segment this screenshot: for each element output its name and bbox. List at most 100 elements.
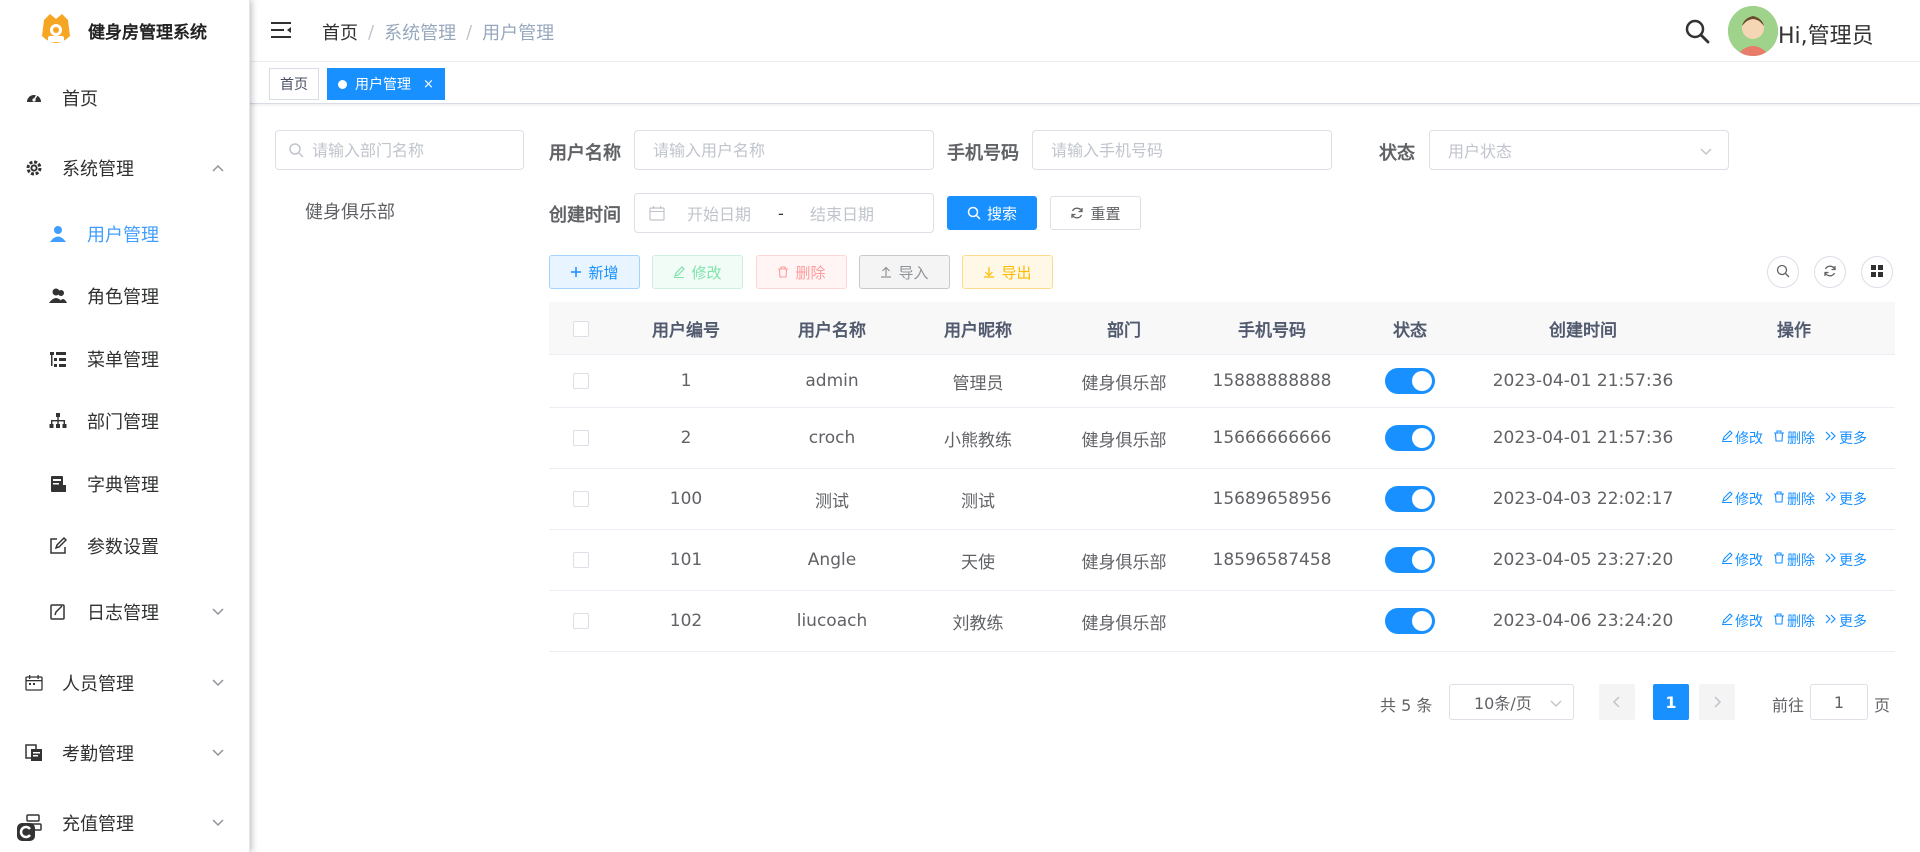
cell-status bbox=[1347, 530, 1473, 590]
row-delete-link[interactable]: 删除 bbox=[1773, 489, 1815, 509]
status-toggle[interactable] bbox=[1385, 425, 1435, 451]
page-number-current[interactable]: 1 bbox=[1653, 684, 1689, 720]
sidebar-item-dictionary[interactable]: 字典管理 bbox=[0, 456, 249, 512]
sidebar-item-label: 充值管理 bbox=[62, 814, 134, 835]
dept-search-field[interactable] bbox=[275, 130, 524, 170]
username-input[interactable] bbox=[635, 140, 933, 160]
edit-icon bbox=[1721, 613, 1735, 629]
double-arrow-right-icon bbox=[1825, 613, 1839, 629]
refresh-button[interactable] bbox=[1814, 256, 1846, 288]
search-icon[interactable] bbox=[1684, 18, 1710, 44]
log-icon bbox=[48, 602, 68, 622]
sidebar-item-menus[interactable]: 菜单管理 bbox=[0, 331, 249, 387]
sidebar-item-parameters[interactable]: 参数设置 bbox=[0, 518, 249, 574]
refresh-icon bbox=[1070, 206, 1084, 220]
cell-created: 2023-04-05 23:27:20 bbox=[1492, 550, 1674, 570]
status-select[interactable]: 用户状态 bbox=[1429, 130, 1729, 170]
refresh-icon bbox=[1823, 263, 1837, 282]
row-more-label: 更多 bbox=[1839, 614, 1867, 630]
row-edit-link[interactable]: 修改 bbox=[1721, 489, 1763, 509]
row-more-link[interactable]: 更多 bbox=[1825, 428, 1867, 448]
row-delete-label: 删除 bbox=[1787, 553, 1815, 569]
row-checkbox[interactable] bbox=[573, 373, 589, 389]
sidebar-item-recharge[interactable]: 充值管理 bbox=[0, 795, 249, 851]
sidebar-item-users[interactable]: 用户管理 bbox=[0, 206, 249, 262]
row-more-link[interactable]: 更多 bbox=[1825, 611, 1867, 631]
start-date-input[interactable]: 开始日期 bbox=[687, 201, 751, 225]
cell-status bbox=[1347, 408, 1473, 468]
sidebar-item-departments[interactable]: 部门管理 bbox=[0, 393, 249, 449]
sidebar-item-label: 角色管理 bbox=[87, 287, 159, 308]
floating-app-icon[interactable] bbox=[16, 822, 36, 842]
sidebar-item-logs[interactable]: 日志管理 bbox=[0, 584, 249, 640]
row-checkbox[interactable] bbox=[573, 613, 589, 629]
app-logo[interactable]: 健身房管理系统 bbox=[36, 12, 207, 48]
column-header: 用户编号 bbox=[652, 321, 720, 341]
row-more-link[interactable]: 更多 bbox=[1825, 489, 1867, 509]
status-toggle[interactable] bbox=[1385, 547, 1435, 573]
sidebar-item-home[interactable]: 首页 bbox=[0, 70, 249, 126]
row-checkbox[interactable] bbox=[573, 552, 589, 568]
add-button[interactable]: 新增 bbox=[549, 255, 640, 289]
status-label: 状态 bbox=[1379, 143, 1415, 164]
tag-home[interactable]: 首页 bbox=[269, 68, 319, 100]
row-checkbox[interactable] bbox=[573, 491, 589, 507]
export-button[interactable]: 导出 bbox=[962, 255, 1053, 289]
row-more-link[interactable]: 更多 bbox=[1825, 550, 1867, 570]
sidebar-item-attendance[interactable]: 考勤管理 bbox=[0, 725, 249, 781]
sidebar: 健身房管理系统 首页 系统管理 用户管理 角色管理 菜单管理 部门管理 字典管理… bbox=[0, 0, 250, 852]
row-actions: 修改 删除 更多 bbox=[1721, 611, 1867, 631]
status-toggle[interactable] bbox=[1385, 486, 1435, 512]
user-greeting[interactable]: Hi,管理员 bbox=[1778, 18, 1874, 50]
sidebar-item-roles[interactable]: 角色管理 bbox=[0, 268, 249, 324]
cell-dept: 健身俱乐部 bbox=[1081, 613, 1167, 634]
prev-page-button[interactable] bbox=[1599, 684, 1635, 720]
dept-tree-node[interactable]: 健身俱乐部 bbox=[305, 198, 395, 224]
row-select-cell bbox=[549, 355, 613, 407]
next-page-button[interactable] bbox=[1699, 684, 1735, 720]
columns-button[interactable] bbox=[1861, 256, 1893, 288]
edit-icon bbox=[1721, 552, 1735, 568]
sidebar-item-system[interactable]: 系统管理 bbox=[0, 140, 249, 196]
search-button[interactable]: 搜索 bbox=[947, 196, 1037, 230]
delete-button[interactable]: 删除 bbox=[756, 255, 847, 289]
phone-field[interactable] bbox=[1032, 130, 1332, 170]
row-delete-link[interactable]: 删除 bbox=[1773, 611, 1815, 631]
avatar[interactable] bbox=[1728, 6, 1778, 56]
toggle-search-button[interactable] bbox=[1767, 256, 1799, 288]
row-checkbox[interactable] bbox=[573, 430, 589, 446]
row-edit-link[interactable]: 修改 bbox=[1721, 550, 1763, 570]
table-row: 1 admin 管理员 健身俱乐部 15888888888 2023-04-01 21:5… bbox=[549, 355, 1895, 408]
cell-phone: 15888888888 bbox=[1212, 371, 1332, 391]
hamburger-menu-icon[interactable] bbox=[270, 20, 292, 40]
tag-user-management[interactable]: 用户管理 × bbox=[327, 68, 445, 100]
phone-input[interactable] bbox=[1033, 140, 1331, 160]
cell-username: liucoach bbox=[796, 611, 868, 631]
select-all-checkbox[interactable] bbox=[573, 320, 589, 337]
row-edit-link[interactable]: 修改 bbox=[1721, 428, 1763, 448]
reset-button[interactable]: 重置 bbox=[1050, 196, 1141, 230]
status-toggle[interactable] bbox=[1385, 608, 1435, 634]
chevron-down-icon bbox=[210, 604, 226, 620]
row-delete-link[interactable]: 删除 bbox=[1773, 428, 1815, 448]
status-toggle[interactable] bbox=[1385, 368, 1435, 394]
date-range-picker[interactable]: 开始日期 - 结束日期 bbox=[634, 193, 934, 233]
username-field[interactable] bbox=[634, 130, 934, 170]
goto-page-input[interactable] bbox=[1811, 685, 1867, 719]
chevron-down-icon bbox=[1549, 695, 1563, 714]
dept-search-input[interactable] bbox=[312, 140, 512, 160]
page-size-select[interactable]: 10条/页 bbox=[1449, 684, 1574, 720]
import-button[interactable]: 导入 bbox=[859, 255, 950, 289]
row-edit-link[interactable]: 修改 bbox=[1721, 611, 1763, 631]
logo-icon bbox=[36, 10, 76, 50]
goto-page-field[interactable] bbox=[1810, 684, 1868, 720]
sidebar-item-personnel[interactable]: 人员管理 bbox=[0, 655, 249, 711]
breadcrumb-home[interactable]: 首页 bbox=[322, 19, 358, 45]
cell-dept: 健身俱乐部 bbox=[1081, 373, 1167, 394]
end-date-input[interactable]: 结束日期 bbox=[810, 201, 874, 225]
cell-nickname: 小熊教练 bbox=[944, 430, 1012, 451]
close-icon[interactable]: × bbox=[423, 77, 434, 92]
edit-button[interactable]: 修改 bbox=[652, 255, 743, 289]
row-delete-link[interactable]: 删除 bbox=[1773, 550, 1815, 570]
created-time-label: 创建时间 bbox=[549, 205, 621, 226]
